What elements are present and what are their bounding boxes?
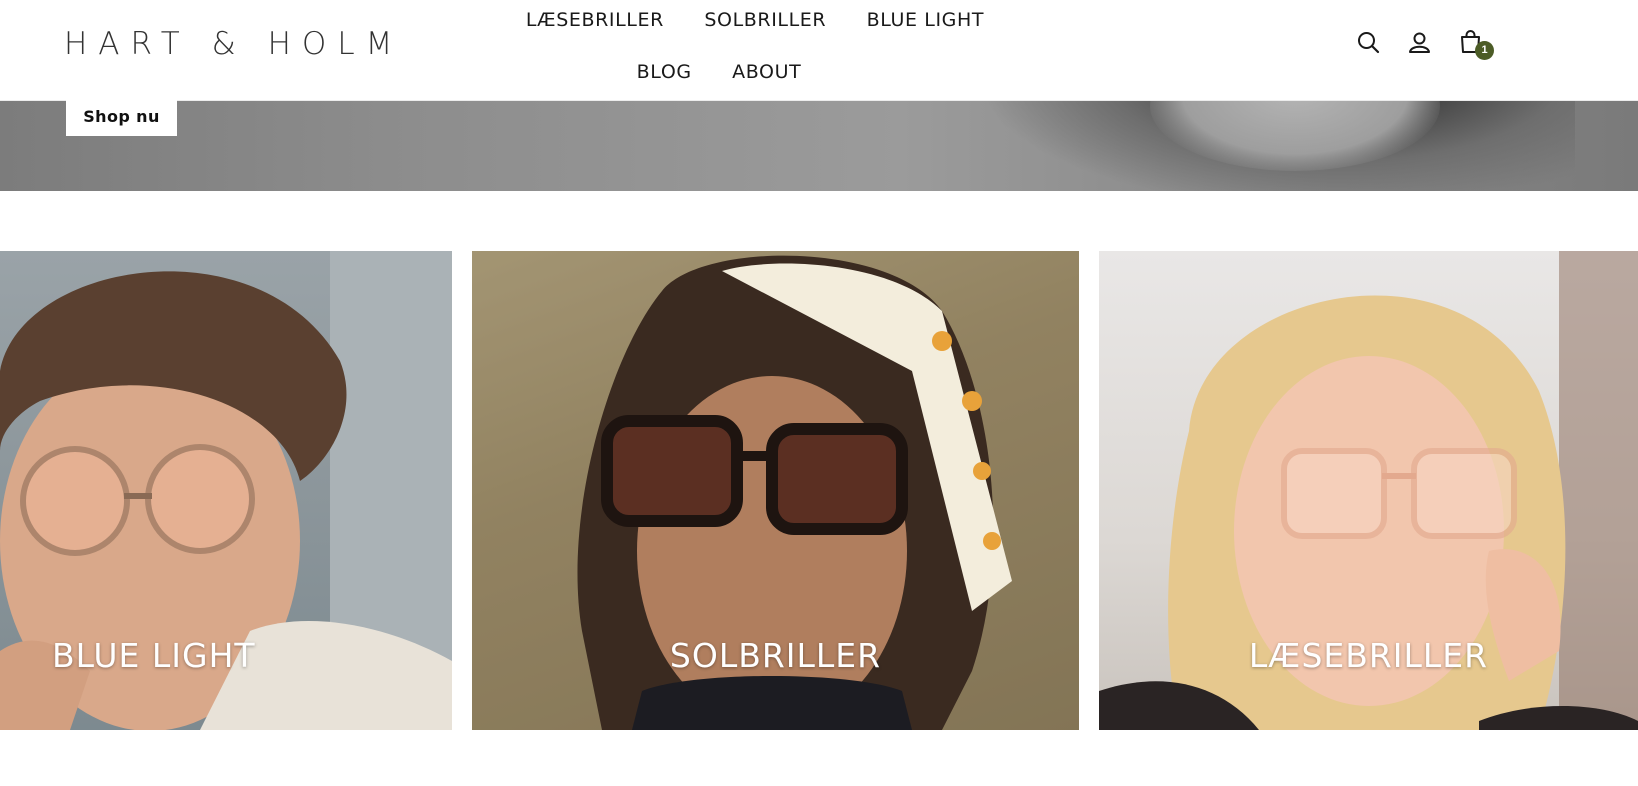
nav-item-solbriller[interactable]: SOLBRILLER [704, 7, 826, 33]
header-actions: 1 [1356, 30, 1494, 60]
search-icon[interactable] [1356, 30, 1381, 55]
main-nav-secondary: BLOG ABOUT [0, 59, 1538, 85]
category-card-blue-light[interactable]: BLUE LIGHT [0, 251, 452, 730]
category-title: LÆSEBRILLER [1248, 636, 1489, 675]
category-title: BLUE LIGHT [52, 636, 256, 675]
hero-banner [0, 101, 1638, 191]
category-card-laesebriller[interactable]: LÆSEBRILLER [1099, 251, 1638, 730]
category-title: SOLBRILLER [669, 636, 882, 675]
cart-count-badge: 1 [1475, 41, 1494, 60]
shop-now-button[interactable]: Shop nu [66, 97, 177, 136]
nav-item-blue-light[interactable]: BLUE LIGHT [867, 7, 984, 33]
main-nav: LÆSEBRILLER SOLBRILLER BLUE LIGHT [0, 7, 1574, 33]
cart-icon[interactable]: 1 [1458, 30, 1494, 60]
nav-item-about[interactable]: ABOUT [732, 59, 801, 85]
nav-item-blog[interactable]: BLOG [637, 59, 692, 85]
category-card-solbriller[interactable]: SOLBRILLER [472, 251, 1079, 730]
account-icon[interactable] [1407, 30, 1432, 55]
nav-item-laesebriller[interactable]: LÆSEBRILLER [526, 7, 664, 33]
site-header: HART & HOLM LÆSEBRILLER SOLBRILLER BLUE … [0, 0, 1638, 101]
